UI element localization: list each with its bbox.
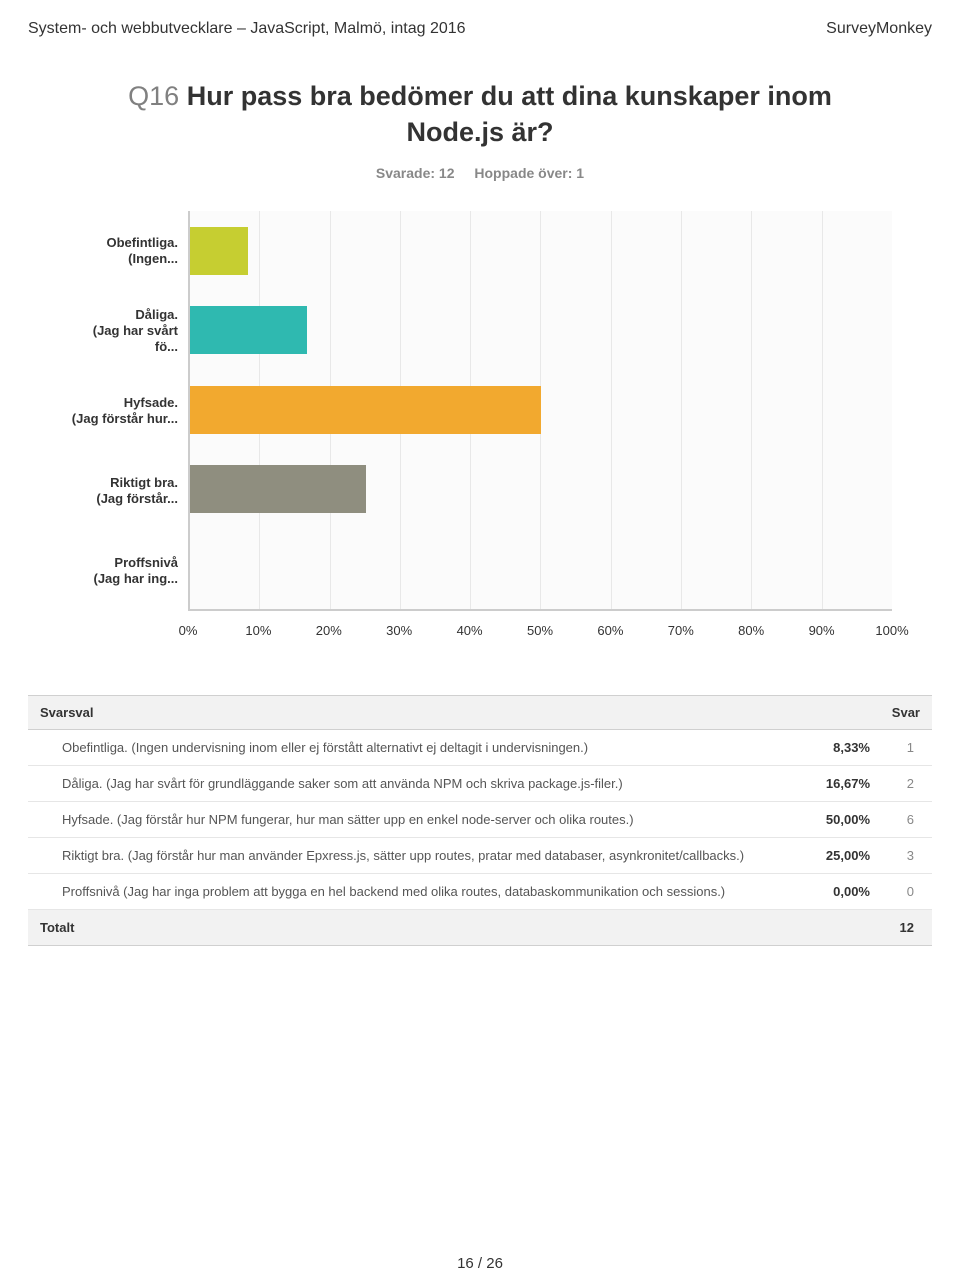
- option-percent: 16,67%: [792, 765, 882, 801]
- skipped-count: Hoppade över: 1: [474, 165, 584, 181]
- total-label: Totalt: [28, 909, 792, 945]
- x-axis-tick: 10%: [245, 623, 271, 638]
- table-row: Obefintliga. (Ingen undervisning inom el…: [28, 729, 932, 765]
- option-label: Obefintliga. (Ingen undervisning inom el…: [28, 729, 792, 765]
- x-axis-tick: 100%: [875, 623, 908, 638]
- bar-row: [190, 211, 892, 291]
- results-table: Svarsval Svar Obefintliga. (Ingen underv…: [28, 695, 932, 946]
- bar-row: [190, 529, 892, 609]
- option-label: Hyfsade. (Jag förstår hur NPM fungerar, …: [28, 801, 792, 837]
- option-label: Proffsnivå (Jag har inga problem att byg…: [28, 873, 792, 909]
- y-axis-labels: Obefintliga. (Ingen...Dåliga. (Jag har s…: [68, 211, 188, 611]
- table-header-row: Svarsval Svar: [28, 695, 932, 729]
- x-axis-tick: 60%: [597, 623, 623, 638]
- bar-row: [190, 290, 892, 370]
- option-label: Riktigt bra. (Jag förstår hur man använd…: [28, 837, 792, 873]
- option-count: 0: [882, 873, 932, 909]
- bar: [190, 386, 541, 434]
- y-axis-label: Riktigt bra. (Jag förstår...: [68, 451, 188, 531]
- plot-area: [188, 211, 892, 611]
- question-title: Q16 Hur pass bra bedömer du att dina kun…: [88, 78, 872, 151]
- total-count: 12: [882, 909, 932, 945]
- table-row: Proffsnivå (Jag har inga problem att byg…: [28, 873, 932, 909]
- table-row: Riktigt bra. (Jag förstår hur man använd…: [28, 837, 932, 873]
- option-percent: 8,33%: [792, 729, 882, 765]
- question-number: Q16: [128, 81, 179, 111]
- x-axis-tick: 90%: [809, 623, 835, 638]
- bar: [190, 306, 307, 354]
- response-meta: Svarade: 12 Hoppade över: 1: [28, 165, 932, 181]
- x-axis-tick: 50%: [527, 623, 553, 638]
- col-option: Svarsval: [28, 695, 792, 729]
- y-axis-label: Hyfsade. (Jag förstår hur...: [68, 371, 188, 451]
- bars: [190, 211, 892, 609]
- option-percent: 50,00%: [792, 801, 882, 837]
- x-axis: 0%10%20%30%40%50%60%70%80%90%100%: [68, 619, 892, 645]
- bar-row: [190, 370, 892, 450]
- page-header: System- och webbutvecklare – JavaScript,…: [28, 20, 932, 38]
- answered-count: Svarade: 12: [376, 165, 455, 181]
- option-count: 6: [882, 801, 932, 837]
- header-right: SurveyMonkey: [826, 20, 932, 38]
- option-percent: 25,00%: [792, 837, 882, 873]
- page-footer: 16 / 26: [0, 1255, 960, 1272]
- col-svar: Svar: [792, 695, 932, 729]
- question-text: Hur pass bra bedömer du att dina kunskap…: [187, 81, 832, 147]
- option-count: 2: [882, 765, 932, 801]
- option-count: 3: [882, 837, 932, 873]
- bar: [190, 227, 248, 275]
- bar-row: [190, 450, 892, 530]
- option-percent: 0,00%: [792, 873, 882, 909]
- y-axis-label: Proffsnivå (Jag har ing...: [68, 531, 188, 611]
- x-axis-tick: 70%: [668, 623, 694, 638]
- x-axis-tick: 0%: [179, 623, 198, 638]
- bar: [190, 465, 366, 513]
- table-row: Hyfsade. (Jag förstår hur NPM fungerar, …: [28, 801, 932, 837]
- y-axis-label: Obefintliga. (Ingen...: [68, 211, 188, 291]
- page: System- och webbutvecklare – JavaScript,…: [0, 0, 960, 1288]
- y-axis-label: Dåliga. (Jag har svårt fö...: [68, 291, 188, 371]
- x-axis-tick: 20%: [316, 623, 342, 638]
- option-count: 1: [882, 729, 932, 765]
- option-label: Dåliga. (Jag har svårt för grundläggande…: [28, 765, 792, 801]
- header-left: System- och webbutvecklare – JavaScript,…: [28, 20, 466, 38]
- bar-chart: Obefintliga. (Ingen...Dåliga. (Jag har s…: [68, 211, 892, 611]
- x-axis-tick: 40%: [457, 623, 483, 638]
- x-axis-tick: 80%: [738, 623, 764, 638]
- table-row: Dåliga. (Jag har svårt för grundläggande…: [28, 765, 932, 801]
- x-axis-tick: 30%: [386, 623, 412, 638]
- table-total-row: Totalt 12: [28, 909, 932, 945]
